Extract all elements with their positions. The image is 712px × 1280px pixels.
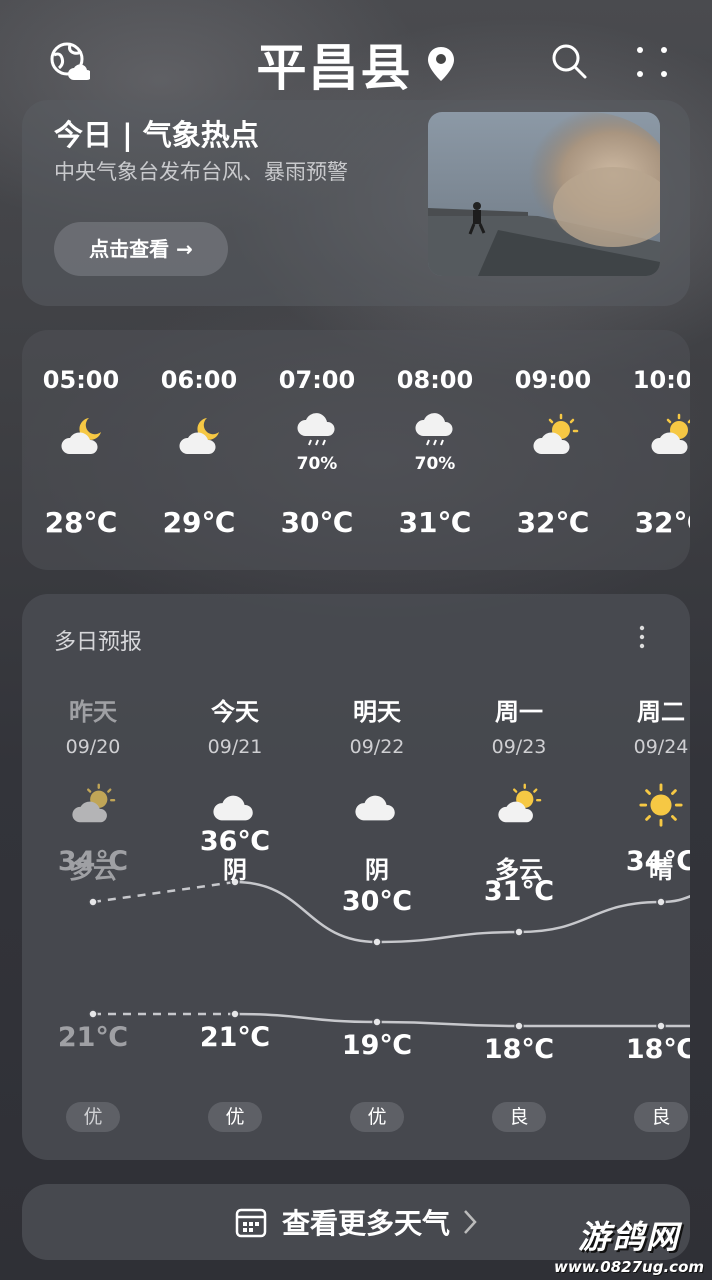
high-temp-label: 34℃ <box>57 846 129 877</box>
day-name: 昨天 <box>69 698 117 726</box>
high-temp-label: 36℃ <box>199 826 271 857</box>
high-temp-label: 30℃ <box>341 886 413 917</box>
high-temp-label: 34℃ <box>625 846 690 877</box>
sun-cloud-icon <box>72 783 116 823</box>
hour-time: 05:00 <box>42 366 120 394</box>
cloud-icon <box>213 795 253 821</box>
hour-column: 05:00 28℃ <box>22 330 140 570</box>
air-quality-badge: 良 <box>634 1102 688 1132</box>
day-column: 周二 09/24 晴 良 <box>590 594 690 1160</box>
day-name: 周二 <box>637 698 685 726</box>
day-column: 明天 09/22 阴 优 <box>306 594 448 1160</box>
hour-time: 08:00 <box>396 366 474 394</box>
hour-column: 06:00 29℃ <box>140 330 258 570</box>
high-temp-label: 31℃ <box>483 876 555 907</box>
more-weather-label: 查看更多天气 <box>281 1207 450 1240</box>
cloud-icon <box>355 795 395 821</box>
city-name[interactable]: 平昌县 <box>256 28 412 100</box>
hour-time: 10:00 <box>632 366 690 394</box>
hotspot-subtitle: 中央气象台发布台风、暴雨预警 <box>54 160 348 184</box>
calendar-icon <box>235 1208 267 1238</box>
hour-time: 06:00 <box>160 366 238 394</box>
day-name: 明天 <box>353 698 401 726</box>
watermark-url: www.0827ug.com <box>554 1258 704 1276</box>
hour-temp: 31℃ <box>398 506 472 539</box>
hour-column: 09:00 32℃ <box>494 330 612 570</box>
watermark-brand: 游鸽网 <box>577 1218 680 1256</box>
low-temp-label: 21℃ <box>57 1022 129 1053</box>
rain-icon <box>415 413 453 446</box>
hour-time: 09:00 <box>514 366 592 394</box>
day-condition: 阴 <box>365 856 389 884</box>
hour-column: 10:00 32℃ <box>612 330 690 570</box>
day-name: 周一 <box>495 698 543 726</box>
air-quality-badge: 优 <box>350 1102 404 1132</box>
hotspot-title: 今日 | 气象热点 <box>54 118 259 152</box>
hour-temp: 30℃ <box>280 506 354 539</box>
daily-forecast-card[interactable]: 多日预报 昨天 09/20 多云 优 今天 09/21 阴 优 明天 09/22… <box>22 594 690 1160</box>
air-quality-badge: 优 <box>66 1102 120 1132</box>
watermark: 游鸽网 www.0827ug.com <box>554 1212 704 1276</box>
day-column: 昨天 09/20 多云 优 <box>22 594 164 1160</box>
low-temp-label: 21℃ <box>199 1022 271 1053</box>
hour-column: 07:00 70% 30℃ <box>258 330 376 570</box>
day-date: 09/23 <box>491 736 547 758</box>
precip-chance: 70% <box>414 454 456 474</box>
hour-temp: 32℃ <box>634 506 690 539</box>
sun-icon <box>639 783 683 827</box>
sun-cloud-icon <box>498 783 542 823</box>
day-column: 今天 09/21 阴 优 <box>164 594 306 1160</box>
day-name: 今天 <box>211 698 259 726</box>
day-date: 09/21 <box>207 736 263 758</box>
hour-temp: 32℃ <box>516 506 590 539</box>
day-date: 09/22 <box>349 736 405 758</box>
moon-cloud-icon <box>179 418 219 454</box>
location-pin-icon[interactable] <box>426 45 456 83</box>
air-quality-badge: 良 <box>492 1102 546 1132</box>
more-grid-icon[interactable] <box>632 42 672 82</box>
hour-time: 07:00 <box>278 366 356 394</box>
hour-temp: 28℃ <box>44 506 118 539</box>
precip-chance: 70% <box>296 454 338 474</box>
weather-hotspot-card[interactable]: 今日 | 气象热点 中央气象台发布台风、暴雨预警 点击查看 → <box>22 100 690 306</box>
rain-icon <box>297 413 335 446</box>
hour-temp: 29℃ <box>162 506 236 539</box>
low-temp-label: 18℃ <box>625 1034 690 1065</box>
hourly-forecast-card[interactable]: 05:00 28℃ 06:00 29℃ 07:00 70% 30℃ 08:00 <box>22 330 690 570</box>
search-icon[interactable] <box>550 42 588 80</box>
hour-column: 08:00 70% 31℃ <box>376 330 494 570</box>
chevron-right-icon <box>464 1210 477 1234</box>
moon-cloud-icon <box>61 418 101 454</box>
hotspot-photo[interactable] <box>428 112 660 276</box>
view-details-button[interactable]: 点击查看 → <box>54 222 228 276</box>
air-quality-badge: 优 <box>208 1102 262 1132</box>
low-temp-label: 18℃ <box>483 1034 555 1065</box>
low-temp-label: 19℃ <box>341 1030 413 1061</box>
day-date: 09/24 <box>633 736 689 758</box>
day-date: 09/20 <box>65 736 121 758</box>
sun-cloud-icon <box>533 413 579 454</box>
sun-cloud-icon <box>651 413 690 454</box>
